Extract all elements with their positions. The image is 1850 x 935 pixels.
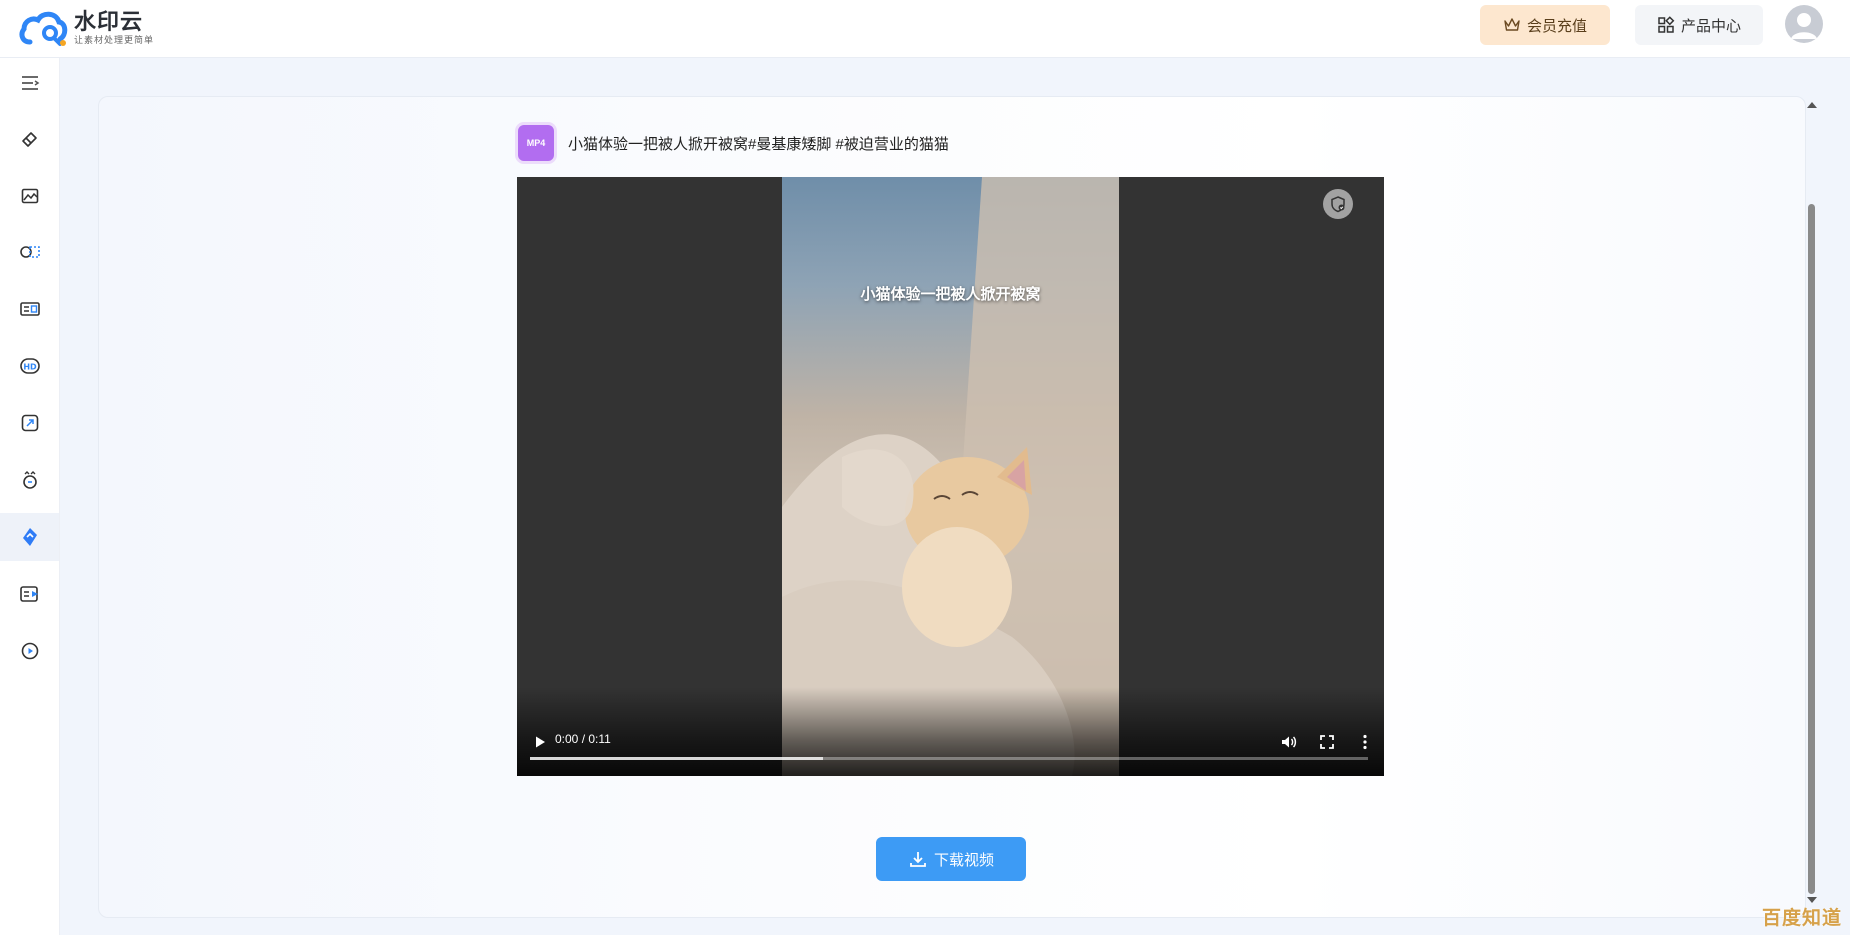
sidebar-item-play[interactable] xyxy=(0,627,59,675)
sidebar-item-video-watermark[interactable] xyxy=(0,513,59,561)
sidebar-item-hd[interactable]: HD xyxy=(0,342,59,390)
baidu-zhidao-watermark: 百度知道 xyxy=(1762,908,1843,929)
top-header: 水印云 让素材处理更简单 会员充值 产品中心 xyxy=(0,0,1850,58)
page-scrollbar[interactable] xyxy=(1806,100,1818,905)
app-name: 水印云 xyxy=(74,9,144,34)
sidebar-item-image-edit[interactable] xyxy=(0,172,59,220)
mp4-file-icon: MP4 xyxy=(518,125,554,161)
svg-text:HD: HD xyxy=(23,363,37,372)
shield-check-icon xyxy=(1331,196,1345,213)
video-player[interactable]: 小猫体验一把被人掀开被窝 0:00 / 0:11 xyxy=(517,177,1384,776)
sidebar-toggle[interactable] xyxy=(0,59,59,107)
watermark-toggle-button[interactable] xyxy=(1323,189,1353,219)
user-icon xyxy=(1791,13,1817,39)
cutout-icon xyxy=(19,246,40,258)
video-progress-bar[interactable] xyxy=(530,757,1368,760)
product-center-button[interactable]: 产品中心 xyxy=(1635,5,1763,45)
sidebar-item-resize[interactable] xyxy=(0,399,59,447)
hd-icon: HD xyxy=(19,358,40,374)
video-time: 0:00 / 0:11 xyxy=(555,732,611,746)
menu-collapse-icon xyxy=(21,76,39,90)
file-info: MP4 小猫体验一把被人掀开被窝#曼基康矮脚 #被迫营业的猫猫 xyxy=(518,125,949,161)
grid-apps-icon xyxy=(1658,16,1675,33)
resize-icon xyxy=(21,414,38,432)
video-list-icon xyxy=(19,586,38,602)
eraser-icon xyxy=(21,132,37,147)
id-photo-icon xyxy=(19,302,40,316)
product-center-label: 产品中心 xyxy=(1680,17,1741,35)
vip-recharge-button[interactable]: 会员充值 xyxy=(1480,5,1610,45)
crown-icon xyxy=(1504,18,1520,31)
video-caption: 小猫体验一把被人掀开被窝 xyxy=(860,286,1041,303)
video-buffered-fill xyxy=(530,757,824,760)
controls-overlay xyxy=(517,687,1384,776)
download-video-label: 下载视频 xyxy=(933,851,994,869)
ai-tools-icon xyxy=(22,471,37,489)
sidebar-item-video-list[interactable] xyxy=(0,570,59,618)
vip-recharge-label: 会员充值 xyxy=(1526,17,1587,35)
video-watermark-icon xyxy=(22,528,37,546)
scroll-up-arrow-icon[interactable] xyxy=(1807,102,1817,108)
more-options-icon[interactable] xyxy=(1355,732,1375,752)
logo[interactable]: 水印云 让素材处理更简单 xyxy=(18,4,154,52)
user-avatar[interactable] xyxy=(1785,5,1823,43)
scroll-thumb[interactable] xyxy=(1808,204,1815,894)
download-video-button[interactable]: 下载视频 xyxy=(876,837,1026,881)
sidebar-item-id-photo[interactable] xyxy=(0,285,59,333)
sidebar-item-cutout[interactable] xyxy=(0,228,59,276)
fullscreen-icon[interactable] xyxy=(1317,732,1337,752)
sidebar: HD xyxy=(0,58,60,935)
sidebar-item-eraser[interactable] xyxy=(0,115,59,163)
file-title: 小猫体验一把被人掀开被窝#曼基康矮脚 #被迫营业的猫猫 xyxy=(568,135,949,153)
play-icon[interactable] xyxy=(531,733,549,751)
app-slogan: 让素材处理更简单 xyxy=(74,35,155,45)
image-edit-icon xyxy=(21,188,38,204)
download-icon xyxy=(910,852,926,867)
cloud-logo-icon xyxy=(19,11,68,46)
play-circle-icon xyxy=(21,642,38,660)
sidebar-item-ai-tools[interactable] xyxy=(0,456,59,504)
volume-icon[interactable] xyxy=(1279,732,1299,752)
